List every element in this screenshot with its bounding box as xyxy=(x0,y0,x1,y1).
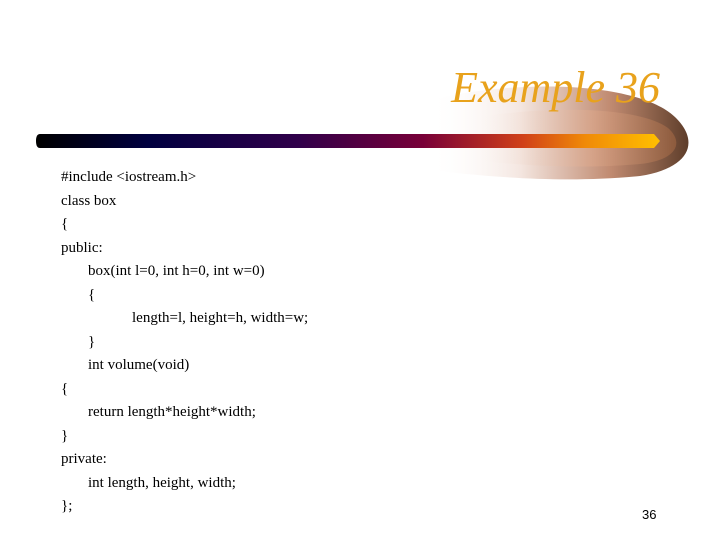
code-line: private: xyxy=(61,451,107,467)
code-line: { xyxy=(88,286,96,303)
code-line: int length, height, width; xyxy=(88,474,236,491)
page-number: 36 xyxy=(642,507,657,522)
code-line: #include <iostream.h> xyxy=(61,169,197,185)
code-line: } xyxy=(61,427,69,444)
code-line: length=l, height=h, width=w; xyxy=(132,310,309,326)
code-line: } xyxy=(88,333,96,350)
slide: Example 36 #include <iostream.h> class b… xyxy=(0,0,720,540)
slide-title: Example 36 xyxy=(451,63,660,112)
code-block: #include <iostream.h> class box { public… xyxy=(61,166,308,519)
code-line: class box xyxy=(61,192,117,209)
code-line: int volume(void) xyxy=(88,357,190,373)
code-line: box(int l=0, int h=0, int w=0) xyxy=(88,263,265,279)
code-line: { xyxy=(61,216,69,232)
code-line: { xyxy=(61,380,69,397)
title-underline-bar xyxy=(36,134,660,148)
code-line: public: xyxy=(61,239,103,256)
code-line: return length*height*width; xyxy=(88,404,256,420)
code-line: }; xyxy=(61,498,73,514)
